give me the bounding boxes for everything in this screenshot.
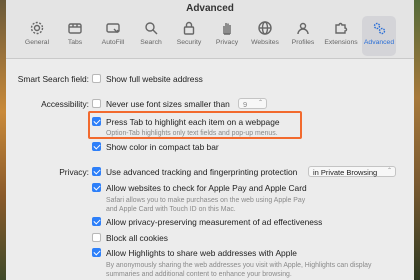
show-full-address-text: Show full website address [106,74,203,84]
show-full-address-checkbox[interactable] [92,74,101,83]
puzzle-icon [332,19,350,37]
titlebar: Advanced General Tabs AutoFill Search Se… [6,0,414,59]
apple-pay-row: Allow websites to check for Apple Pay an… [6,181,414,195]
tab-websites-label: Websites [251,39,279,46]
advanced-tracking-row: Privacy: Use advanced tracking and finge… [6,165,414,179]
preferences-toolbar: General Tabs AutoFill Search Security Pr… [20,16,410,56]
profile-icon [294,19,312,37]
tab-privacy-label: Privacy [215,39,239,46]
tab-search-label: Search [140,39,162,46]
smart-search-row: Smart Search field: Show full website ad… [6,72,414,86]
apple-pay-description-line-2: and Apple Card with Touch ID on this Mac… [106,206,236,213]
highlights-row: Allow Highlights to share web addresses … [6,246,414,260]
compact-color-checkbox[interactable] [92,142,101,151]
min-font-size-text: Never use font sizes smaller than [106,99,230,109]
highlights-checkbox[interactable] [92,248,101,257]
advanced-tracking-checkbox[interactable] [92,167,101,176]
tab-profiles-label: Profiles [291,39,315,46]
gear-icon [28,19,46,37]
tab-advanced-label: Advanced [363,39,395,46]
tab-extensions-label: Extensions [324,39,358,46]
chevron-updown-icon: ⌃ [257,100,263,106]
apple-pay-text: Allow websites to check for Apple Pay an… [106,183,307,193]
settings-window: Advanced General Tabs AutoFill Search Se… [6,0,414,280]
tab-websites[interactable]: Websites [248,16,282,56]
accessibility-font-row: Accessibility: Never use font sizes smal… [6,97,414,111]
tab-extensions[interactable]: Extensions [324,16,358,56]
tab-tabs-label: Tabs [67,39,83,46]
gears-icon [370,19,388,37]
lock-icon [180,19,198,37]
advanced-tracking-text: Use advanced tracking and fingerprinting… [106,167,298,177]
compact-color-row: Show color in compact tab bar [6,140,414,154]
desktop-wallpaper-right [414,0,420,280]
block-cookies-checkbox[interactable] [92,233,101,242]
block-cookies-row: Block all cookies [6,231,414,245]
tab-general[interactable]: General [20,16,54,56]
search-icon [142,19,160,37]
ad-measurement-checkbox[interactable] [92,217,101,226]
highlights-text: Allow Highlights to share web addresses … [106,248,297,258]
ad-measurement-text: Allow privacy-preserving measurement of … [106,217,323,227]
block-cookies-text: Block all cookies [106,233,168,243]
advanced-tracking-select[interactable]: in Private Browsing ⌃ [308,166,396,177]
advanced-pane: Smart Search field: Show full website ad… [6,59,414,280]
tab-advanced[interactable]: Advanced [362,16,396,56]
tab-profiles[interactable]: Profiles [286,16,320,56]
hand-icon [218,19,236,37]
window-title: Advanced [186,3,234,14]
tab-tabs[interactable]: Tabs [58,16,92,56]
accessibility-label: Accessibility: [41,99,89,109]
compact-color-text: Show color in compact tab bar [106,142,219,152]
tab-privacy[interactable]: Privacy [210,16,244,56]
apple-pay-checkbox[interactable] [92,183,101,192]
privacy-label: Privacy: [59,167,89,177]
tab-security[interactable]: Security [172,16,206,56]
tab-security-label: Security [176,39,202,46]
ad-measurement-row: Allow privacy-preserving measurement of … [6,215,414,229]
min-font-size-select[interactable]: 9 ⌃ [238,98,267,109]
tab-autofill-label: AutoFill [101,39,125,46]
autofill-icon [104,19,122,37]
tab-search[interactable]: Search [134,16,168,56]
apple-pay-description-line-1: Safari allows you to make purchases on t… [106,197,306,204]
highlights-description-line-2: summaries and additional content to enha… [106,271,292,278]
tabs-icon [66,19,84,37]
min-font-size-checkbox[interactable] [92,99,101,108]
highlights-description-line-1: By anonymously sharing the web addresses… [106,262,372,269]
advanced-tracking-select-value: in Private Browsing [313,168,378,177]
tab-autofill[interactable]: AutoFill [96,16,130,56]
tab-general-label: General [24,39,50,46]
min-font-size-value: 9 [243,100,248,109]
smart-search-label: Smart Search field: [17,74,89,84]
globe-icon [256,19,274,37]
annotation-highlight-box [88,111,302,139]
chevron-updown-icon: ⌃ [386,168,392,174]
